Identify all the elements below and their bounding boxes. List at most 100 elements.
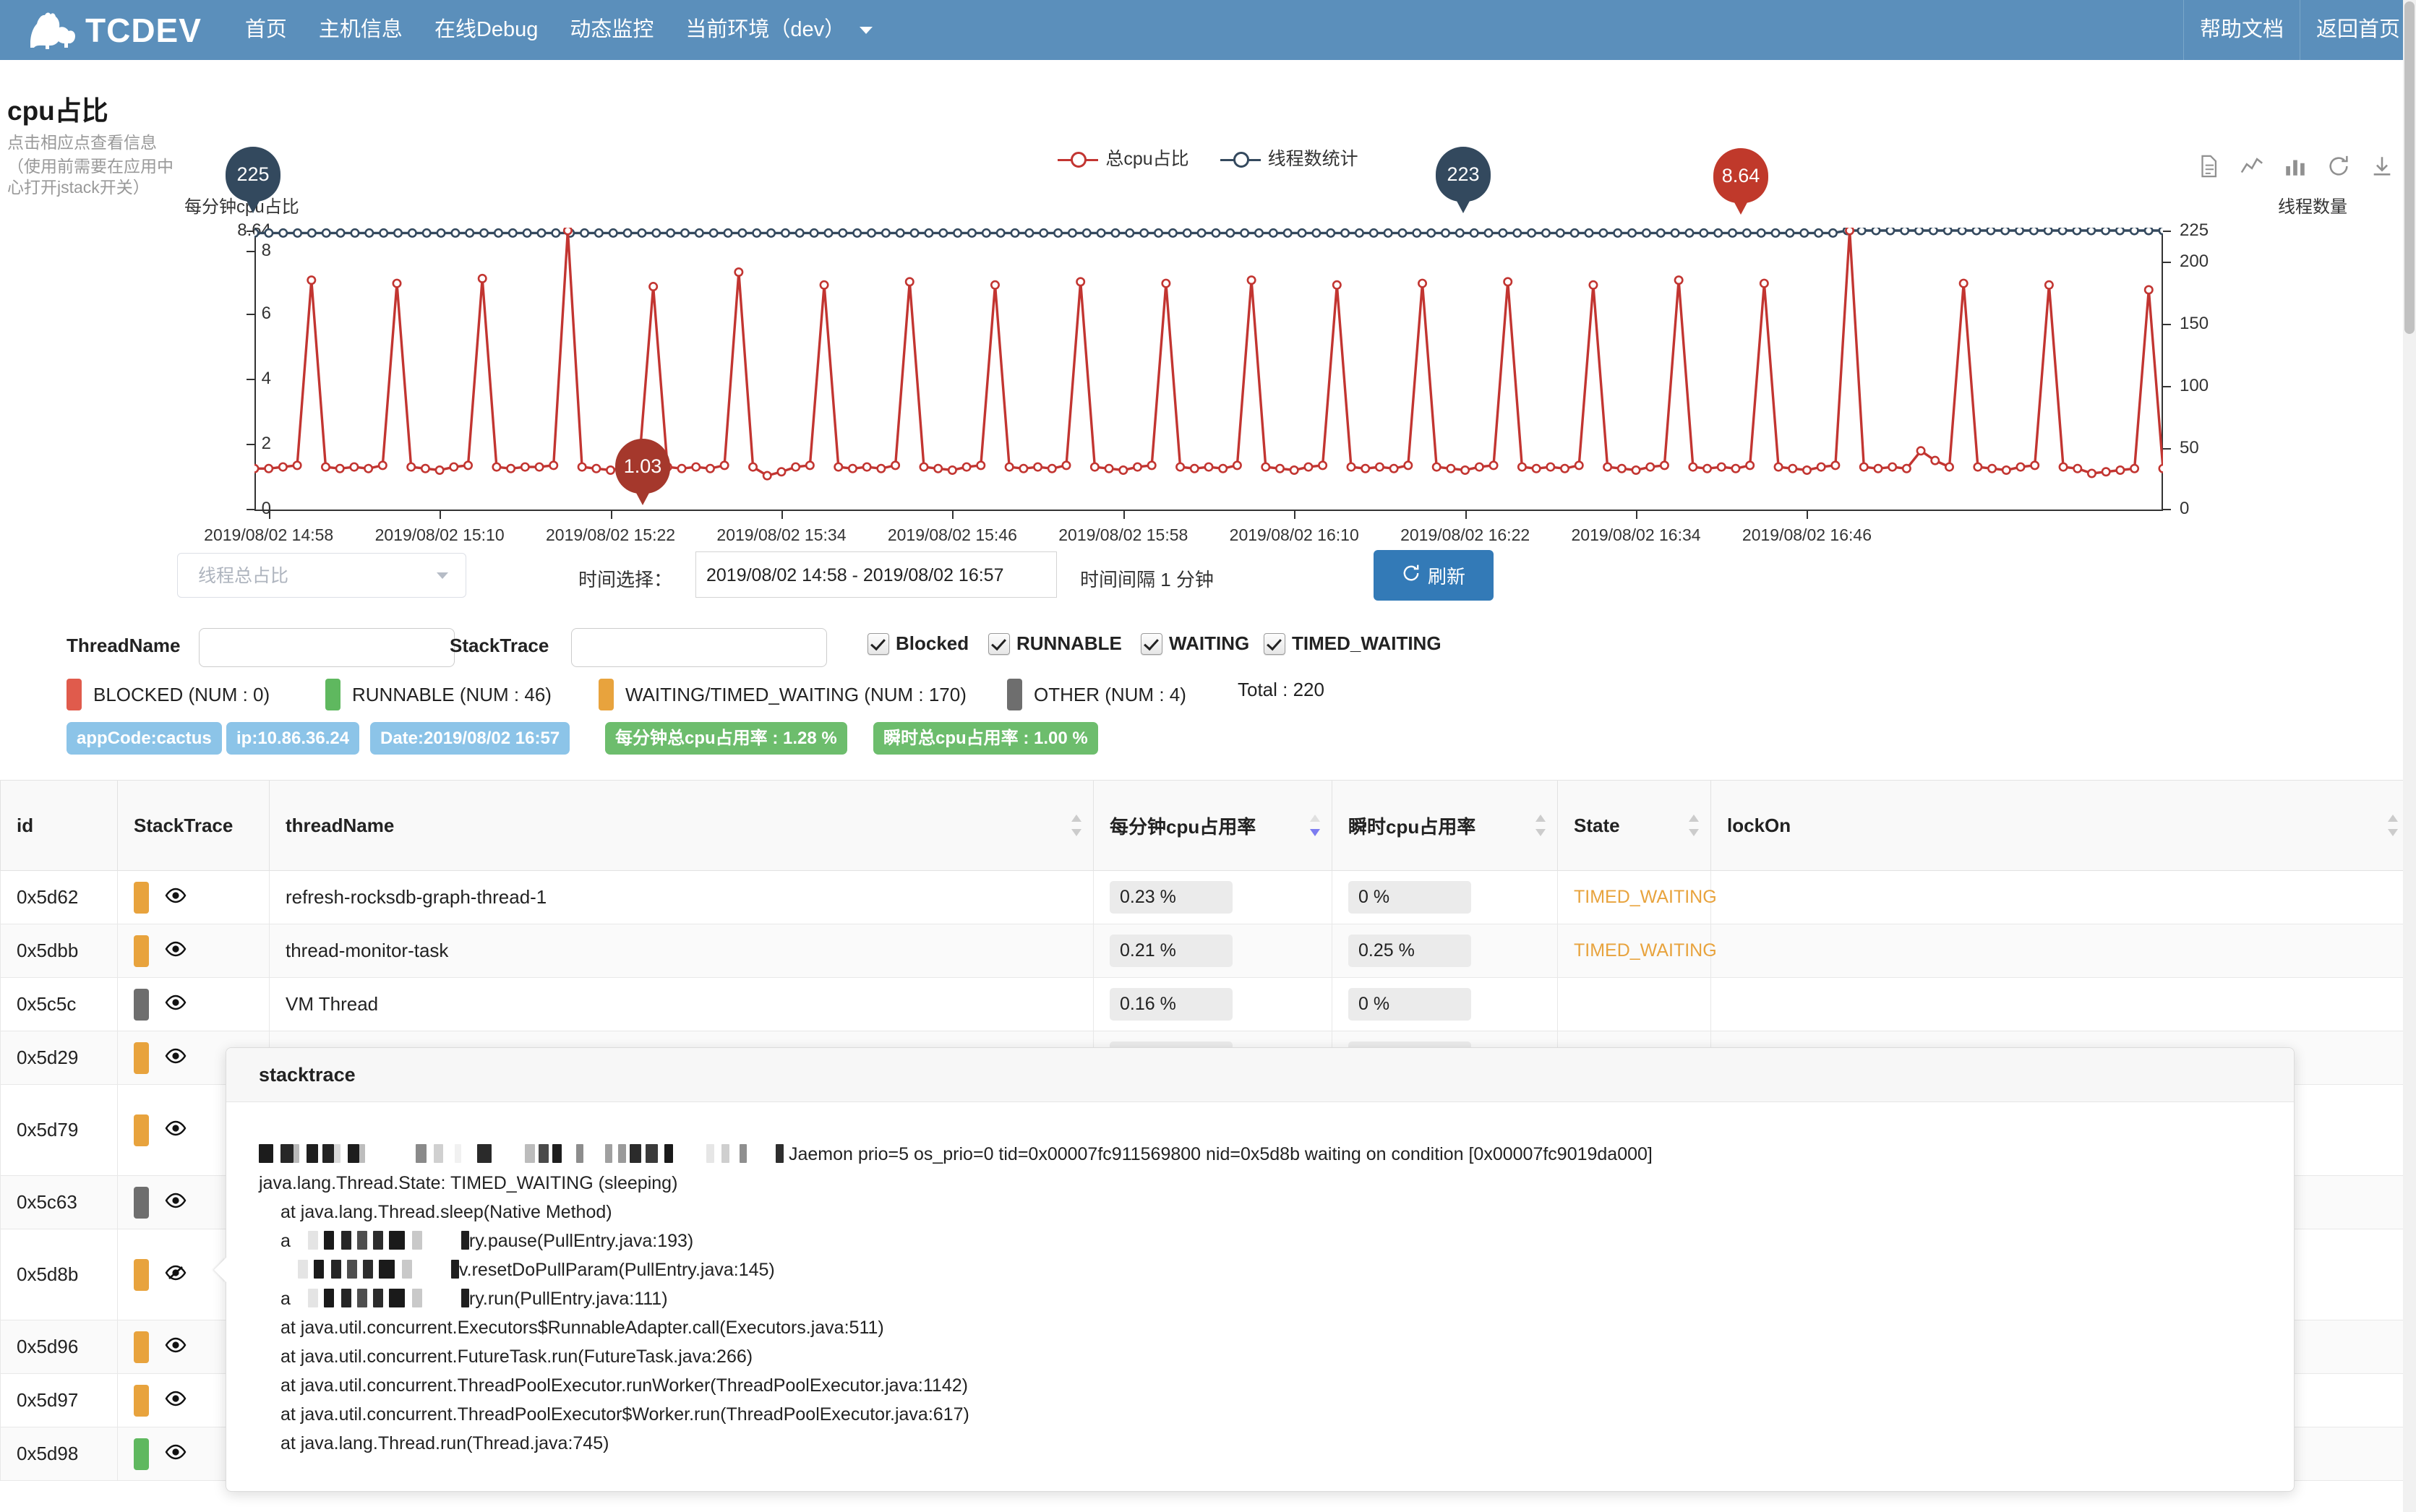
th-threadname[interactable]: threadName — [269, 781, 1094, 871]
restore-icon[interactable] — [2326, 154, 2351, 179]
annotation-pin-223[interactable]: 223 — [1436, 147, 1491, 213]
state-color-bar-icon — [134, 1186, 149, 1219]
annotation-pin-103[interactable]: 1.03 — [615, 439, 670, 505]
stacktrace-line-text: ry.pause(PullEntry.java:193) — [468, 1231, 694, 1251]
stacktrace-line-6: at java.util.concurrent.Executors$Runnab… — [280, 1318, 884, 1338]
stacktrace-line-5: a ry.run(PullEntry.java:111) — [259, 1284, 2294, 1313]
stacktrace-filter-input[interactable] — [571, 628, 827, 667]
time-range-label: 时间选择： — [578, 569, 673, 590]
eye-icon[interactable] — [165, 1191, 187, 1214]
checkbox-waiting[interactable]: WAITING — [1141, 632, 1249, 655]
cell-instant-cpu: 0.25 % — [1332, 924, 1558, 978]
sort-icon[interactable] — [1535, 815, 1546, 836]
cell-state — [1557, 977, 1711, 1031]
sort-icon[interactable] — [1071, 815, 1081, 836]
x-axis-tick — [610, 511, 612, 519]
download-icon[interactable] — [2370, 154, 2394, 179]
stacktrace-line-prefix: a — [280, 1289, 291, 1309]
nav-current-env-label: 当前环境（dev） — [685, 18, 846, 41]
thread-mode-select[interactable]: 线程总占比 — [177, 553, 466, 598]
stacktrace-popup[interactable]: stacktrace Jaemon prio=5 os_prio=0 tid=0… — [214, 1047, 2295, 1492]
waiting-swatch-icon — [599, 679, 614, 710]
checkbox-waiting-label: WAITING — [1169, 632, 1250, 654]
checkbox-icon — [988, 632, 1010, 655]
x-axis-tick-label-6: 2019/08/02 16:10 — [1229, 525, 1359, 544]
bar-chart-icon[interactable] — [2283, 154, 2308, 179]
nav-host-info[interactable]: 主机信息 — [303, 0, 419, 60]
annotation-pin-864[interactable]: 8.64 — [1713, 148, 1768, 215]
nav-online-debug[interactable]: 在线Debug — [419, 0, 554, 60]
eye-icon[interactable] — [165, 1336, 187, 1358]
sort-icon[interactable] — [2388, 815, 2398, 836]
th-lockon[interactable]: lockOn — [1710, 781, 2410, 871]
checkbox-runnable[interactable]: RUNNABLE — [988, 632, 1122, 655]
redacted-block — [290, 1231, 469, 1251]
sort-icon[interactable] — [1689, 815, 1699, 836]
runnable-swatch-icon — [325, 679, 340, 710]
th-per-min-cpu[interactable]: 每分钟cpu占用率 — [1093, 781, 1332, 871]
th-id[interactable]: id — [0, 781, 118, 871]
x-axis-tick-label-5: 2019/08/02 15:58 — [1058, 525, 1188, 544]
x-axis-tick-label-9: 2019/08/02 16:46 — [1742, 525, 1872, 544]
page-scrollbar-thumb[interactable] — [2404, 1, 2415, 334]
checkbox-blocked[interactable]: Blocked — [868, 632, 969, 655]
table-row[interactable]: 0x5dbb thread-monitor-task 0.21 % 0.25 % TIM… — [0, 924, 2410, 978]
filter-row: ThreadName StackTrace Blocked RUNNABLE W… — [0, 625, 2416, 674]
annotation-label-864: 8.64 — [1721, 164, 1760, 186]
cell-stacktrace[interactable] — [117, 924, 270, 978]
state-color-bar-icon — [134, 935, 149, 967]
table-row[interactable]: 0x5d62 refresh-rocksdb-graph-thread-1 0.23… — [0, 870, 2410, 924]
annotation-label-225: 225 — [236, 163, 270, 185]
data-view-icon[interactable] — [2196, 154, 2221, 179]
count-other-label: OTHER (NUM : 4) — [1034, 683, 1186, 705]
y-right-tick-0: 225 — [2180, 220, 2209, 240]
table-row[interactable]: 0x5c5c VM Thread 0.16 % 0 % — [0, 977, 2410, 1031]
y-right-tick-3: 100 — [2180, 376, 2209, 395]
stacktrace-line-prefix: a — [280, 1231, 291, 1251]
threadname-filter-input[interactable] — [199, 628, 455, 667]
checkbox-timed-waiting[interactable]: TIMED_WAITING — [1264, 632, 1442, 655]
sort-icon-desc[interactable] — [1310, 815, 1320, 836]
nav-help-doc[interactable]: 帮助文档 — [2182, 0, 2300, 60]
nav-dynamic-monitor[interactable]: 动态监控 — [554, 0, 669, 60]
cell-stacktrace[interactable] — [117, 977, 270, 1031]
brand-logo[interactable]: TCDEV — [0, 0, 220, 60]
eye-icon[interactable] — [165, 1047, 187, 1069]
cell-threadname: thread-monitor-task — [269, 924, 1094, 978]
nav-back-home[interactable]: 返回首页 — [2299, 0, 2416, 60]
cell-stacktrace[interactable] — [117, 870, 270, 924]
state-color-bar-icon — [134, 1384, 149, 1417]
time-range-input[interactable]: 2019/08/02 14:58 - 2019/08/02 16:57 — [695, 551, 1057, 598]
th-state[interactable]: State — [1557, 781, 1711, 871]
nav-current-env[interactable]: 当前环境（dev） — [669, 0, 888, 60]
instant-cpu-value: 0.25 % — [1348, 935, 1471, 967]
legend-item-cpu[interactable]: 总cpu占比 — [1058, 145, 1189, 171]
line-chart-icon[interactable] — [2240, 154, 2264, 179]
cell-id: 0x5c5c — [0, 977, 118, 1031]
annotation-pin-225[interactable]: 225 — [226, 147, 280, 213]
eye-icon[interactable] — [165, 886, 187, 909]
legend-item-threads[interactable]: 线程数统计 — [1220, 145, 1358, 171]
eye-icon[interactable] — [165, 940, 187, 962]
eye-icon[interactable] — [165, 1389, 187, 1412]
cell-per-min-cpu: 0.16 % — [1093, 977, 1332, 1031]
stacktrace-popup-title: stacktrace — [226, 1048, 2294, 1102]
eye-icon[interactable] — [165, 993, 187, 1015]
thread-mode-select-value: 线程总占比 — [198, 566, 289, 586]
page-scrollbar[interactable] — [2403, 0, 2416, 1512]
eye-icon[interactable] — [165, 1119, 187, 1141]
x-axis-tick-label-4: 2019/08/02 15:46 — [887, 525, 1017, 544]
th-stacktrace[interactable]: StackTrace — [117, 781, 270, 871]
eye-off-icon[interactable] — [165, 1263, 187, 1286]
refresh-button[interactable]: 刷新 — [1374, 550, 1494, 601]
stacktrace-line-3: a ry.pause(PullEntry.java:193) — [259, 1227, 2294, 1255]
count-blocked-label: BLOCKED (NUM : 0) — [93, 683, 270, 705]
chart-plot-area[interactable]: 8.64 8 6 4 2 0 225 200 150 100 50 0 2019… — [204, 220, 2209, 544]
cell-state: TIMED_WAITING — [1557, 924, 1717, 978]
chart-toolbox — [2196, 154, 2394, 179]
nav-home[interactable]: 首页 — [229, 0, 303, 60]
state-color-bar-icon — [134, 1114, 149, 1146]
th-instant-cpu[interactable]: 瞬时cpu占用率 — [1332, 781, 1558, 871]
instant-cpu-value: 0 % — [1348, 988, 1471, 1021]
eye-icon[interactable] — [165, 1443, 187, 1465]
